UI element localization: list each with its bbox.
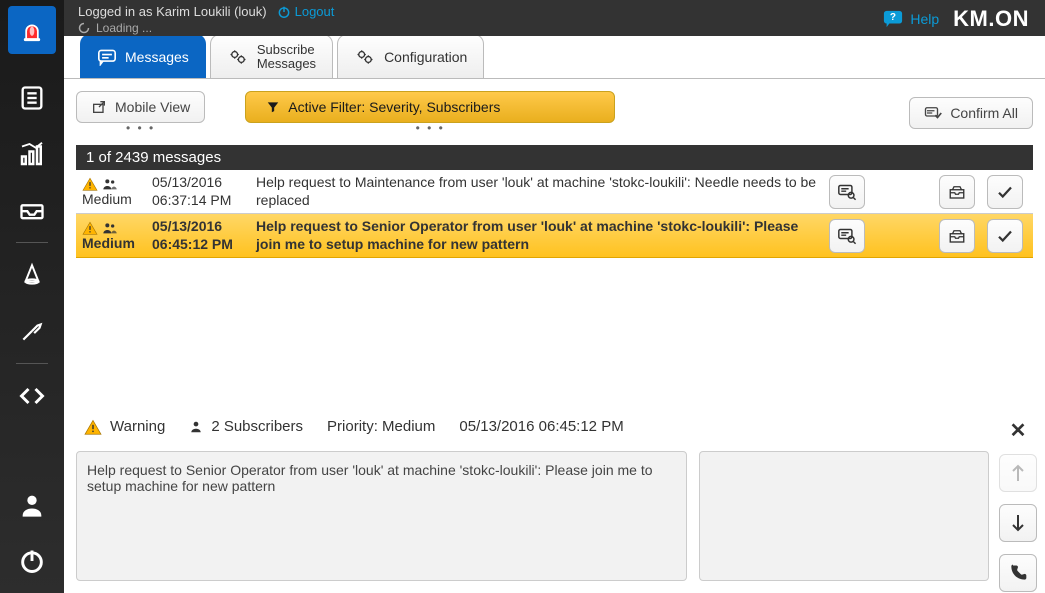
check-icon [996, 184, 1014, 200]
confirm-button[interactable] [987, 219, 1023, 253]
message-row[interactable]: Medium 05/13/2016 06:37:14 PM Help reque… [76, 170, 1033, 214]
confirm-all-label: Confirm All [950, 105, 1018, 121]
svg-text:?: ? [890, 12, 896, 23]
archive-button[interactable] [939, 219, 975, 253]
severity-label: Medium [82, 235, 135, 251]
users-icon [102, 177, 118, 191]
sidebar-user-icon[interactable] [14, 487, 50, 523]
topbar: Logged in as Karim Loukili (louk) Logout… [64, 0, 1045, 36]
siren-icon [18, 16, 46, 44]
sidebar-separator [16, 242, 48, 243]
phone-button[interactable] [999, 554, 1037, 592]
mobile-view-wrap: Mobile View • • • [76, 91, 205, 135]
warning-icon [82, 177, 98, 191]
message-date: 05/13/2016 [152, 218, 256, 236]
left-sidebar [0, 0, 64, 593]
arrow-down-icon [1010, 513, 1026, 533]
help-icon: ? [882, 9, 904, 29]
tab-label: Messages [125, 49, 189, 65]
toolbar: Mobile View • • • Active Filter: Severit… [76, 91, 1033, 135]
phone-icon [1008, 563, 1028, 583]
message-date: 05/13/2016 [152, 174, 256, 192]
active-filter-label: Active Filter: Severity, Subscribers [288, 99, 500, 115]
tab-label: Subscribe Messages [257, 43, 316, 70]
arrow-up-button[interactable] [999, 454, 1037, 492]
sidebar-code-icon[interactable] [14, 378, 50, 414]
message-row[interactable]: Medium 05/13/2016 06:45:12 PM Help reque… [76, 214, 1033, 258]
detail-side-actions: ✕ [999, 418, 1037, 592]
messages-icon [97, 48, 117, 66]
message-text: Help request to Maintenance from user 'l… [256, 174, 829, 209]
message-time: 06:37:14 PM [152, 192, 256, 210]
brand-logo: KM.ON [953, 6, 1029, 32]
detail-priority: Priority: Medium [327, 418, 435, 435]
logout-link[interactable]: Logout [277, 4, 335, 19]
arrow-up-icon [1010, 463, 1026, 483]
archive-icon [948, 184, 966, 200]
dropdown-dots[interactable]: • • • [245, 121, 615, 135]
detail-warning: Warning [84, 418, 165, 435]
dropdown-dots[interactable]: • • • [76, 121, 205, 135]
inspect-button[interactable] [829, 219, 865, 253]
detail-header: Warning 2 Subscribers Priority: Medium 0… [76, 414, 1033, 443]
help-link[interactable]: ? Help [882, 9, 939, 29]
spinner-icon [78, 22, 90, 34]
tab-messages[interactable]: Messages [80, 34, 206, 78]
tab-label: Configuration [384, 49, 467, 65]
search-chat-icon [837, 227, 857, 245]
sidebar-inbox-icon[interactable] [14, 192, 50, 228]
arrow-down-button[interactable] [999, 504, 1037, 542]
close-detail-button[interactable]: ✕ [1004, 418, 1032, 442]
mobile-view-label: Mobile View [115, 99, 190, 115]
logged-in-label: Logged in as Karim Loukili (louk) [78, 4, 267, 19]
detail-subscribers: 2 Subscribers [189, 418, 303, 435]
siren-tile[interactable] [8, 6, 56, 54]
archive-icon [948, 228, 966, 244]
tab-configuration[interactable]: Configuration [337, 34, 484, 78]
sidebar-list-icon[interactable] [14, 80, 50, 116]
confirm-all-icon [924, 105, 942, 121]
tab-subscribe-messages[interactable]: Subscribe Messages [210, 34, 333, 78]
sidebar-cone-icon[interactable] [14, 257, 50, 293]
active-filter-button[interactable]: Active Filter: Severity, Subscribers [245, 91, 615, 123]
sidebar-chart-icon[interactable] [14, 136, 50, 172]
mobile-view-button[interactable]: Mobile View [76, 91, 205, 123]
warning-icon [84, 419, 102, 435]
check-icon [996, 228, 1014, 244]
message-text: Help request to Senior Operator from use… [256, 218, 829, 253]
main-area: Logged in as Karim Loukili (louk) Logout… [64, 0, 1045, 593]
detail-timestamp: 05/13/2016 06:45:12 PM [459, 418, 623, 435]
filter-wrap: Active Filter: Severity, Subscribers • •… [245, 91, 615, 135]
funnel-icon [266, 100, 280, 114]
message-count-bar: 1 of 2439 messages [76, 145, 1033, 170]
severity-label: Medium [82, 191, 132, 207]
sidebar-power-icon[interactable] [14, 543, 50, 579]
gears-icon [354, 47, 376, 67]
archive-button[interactable] [939, 175, 975, 209]
detail-body-box: Help request to Senior Operator from use… [76, 451, 687, 581]
detail-area: ✕ Warning 2 Subscribers [76, 414, 1033, 581]
loading-indicator: Loading ... [78, 21, 334, 35]
power-icon [277, 5, 291, 19]
sidebar-separator [16, 363, 48, 364]
confirm-button[interactable] [987, 175, 1023, 209]
message-time: 06:45:12 PM [152, 236, 256, 254]
confirm-all-button[interactable]: Confirm All [909, 97, 1033, 129]
users-icon [102, 221, 118, 235]
detail-right-box [699, 451, 989, 581]
close-icon: ✕ [1010, 418, 1027, 443]
content-panel: Mobile View • • • Active Filter: Severit… [64, 78, 1045, 593]
inspect-button[interactable] [829, 175, 865, 209]
detail-body-text: Help request to Senior Operator from use… [87, 462, 653, 494]
search-chat-icon [837, 183, 857, 201]
sidebar-screwdriver-icon[interactable] [14, 313, 50, 349]
export-icon [91, 99, 107, 115]
user-icon [189, 419, 203, 435]
warning-icon [82, 221, 98, 235]
message-count-text: 1 of 2439 messages [86, 149, 221, 166]
gears-icon [227, 47, 249, 67]
tab-bar: Messages Subscribe Messages Configuratio… [64, 34, 1045, 78]
